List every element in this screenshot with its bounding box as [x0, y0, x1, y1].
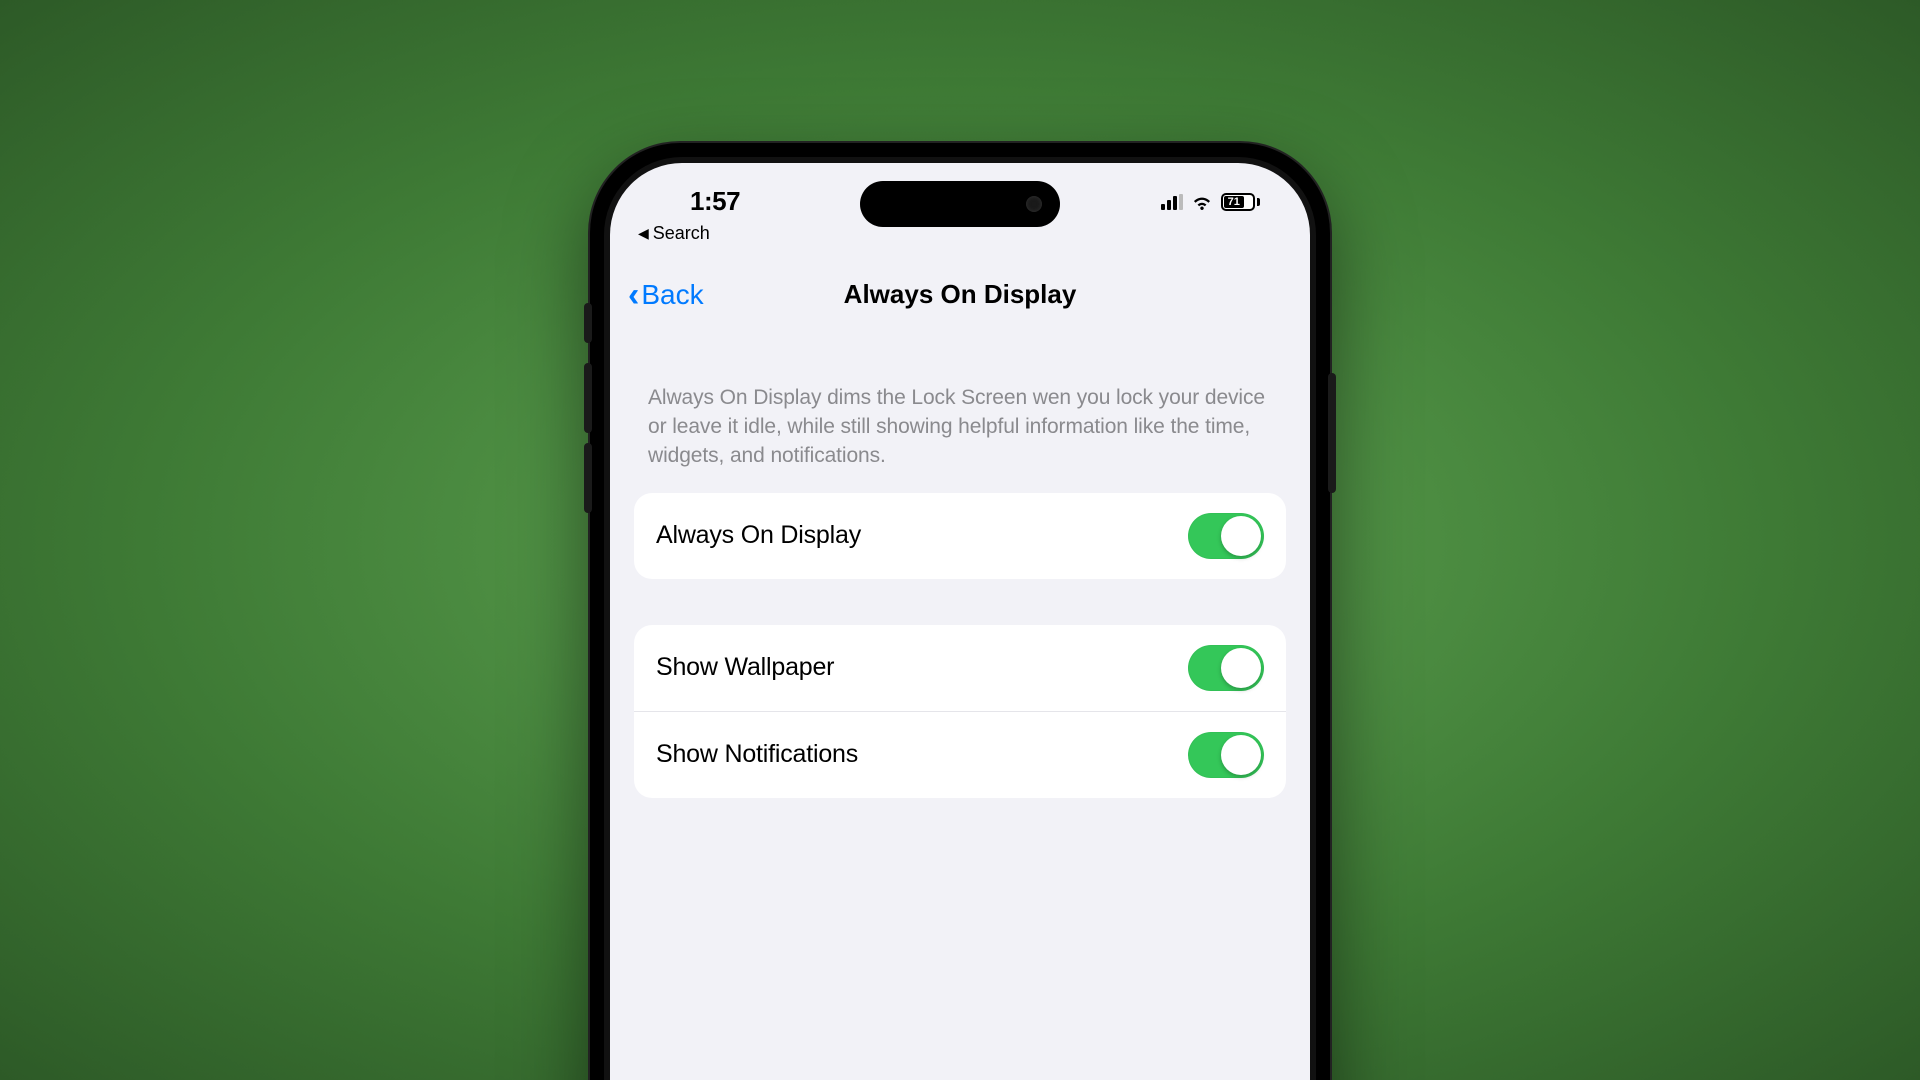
row-show-notifications: Show Notifications [634, 711, 1286, 798]
settings-content: Always On Display dims the Lock Screen w… [610, 353, 1310, 1080]
breadcrumb-label: Search [653, 223, 710, 244]
settings-group-2: Show Wallpaper Show Notifications [634, 625, 1286, 798]
phone-frame: 1:57 71 [590, 143, 1330, 1080]
battery-indicator: 71 [1221, 193, 1260, 211]
dynamic-island[interactable] [860, 181, 1060, 227]
battery-percent: 71 [1228, 196, 1240, 208]
cellular-signal-icon [1161, 194, 1183, 210]
row-always-on-display: Always On Display [634, 493, 1286, 579]
row-show-wallpaper: Show Wallpaper [634, 625, 1286, 711]
back-button[interactable]: ‹ Back [628, 278, 704, 312]
nav-bar: ‹ Back Always On Display [610, 263, 1310, 327]
back-button-label: Back [641, 279, 703, 311]
row-label: Show Notifications [656, 740, 858, 769]
back-arrow-icon: ◀ [638, 225, 649, 242]
toggle-show-notifications[interactable] [1188, 732, 1264, 778]
settings-group-1: Always On Display [634, 493, 1286, 579]
mute-switch[interactable] [584, 303, 592, 343]
page-title: Always On Display [610, 279, 1310, 310]
power-button[interactable] [1328, 373, 1336, 493]
status-time: 1:57 [650, 186, 740, 217]
screen: 1:57 71 [610, 163, 1310, 1080]
toggle-show-wallpaper[interactable] [1188, 645, 1264, 691]
chevron-left-icon: ‹ [628, 278, 639, 312]
volume-up-button[interactable] [584, 363, 592, 433]
volume-down-button[interactable] [584, 443, 592, 513]
row-label: Show Wallpaper [656, 653, 834, 682]
section-description: Always On Display dims the Lock Screen w… [634, 383, 1286, 493]
row-label: Always On Display [656, 521, 861, 550]
wifi-icon [1191, 194, 1213, 210]
toggle-always-on-display[interactable] [1188, 513, 1264, 559]
breadcrumb-back-to-search[interactable]: ◀ Search [638, 223, 710, 244]
